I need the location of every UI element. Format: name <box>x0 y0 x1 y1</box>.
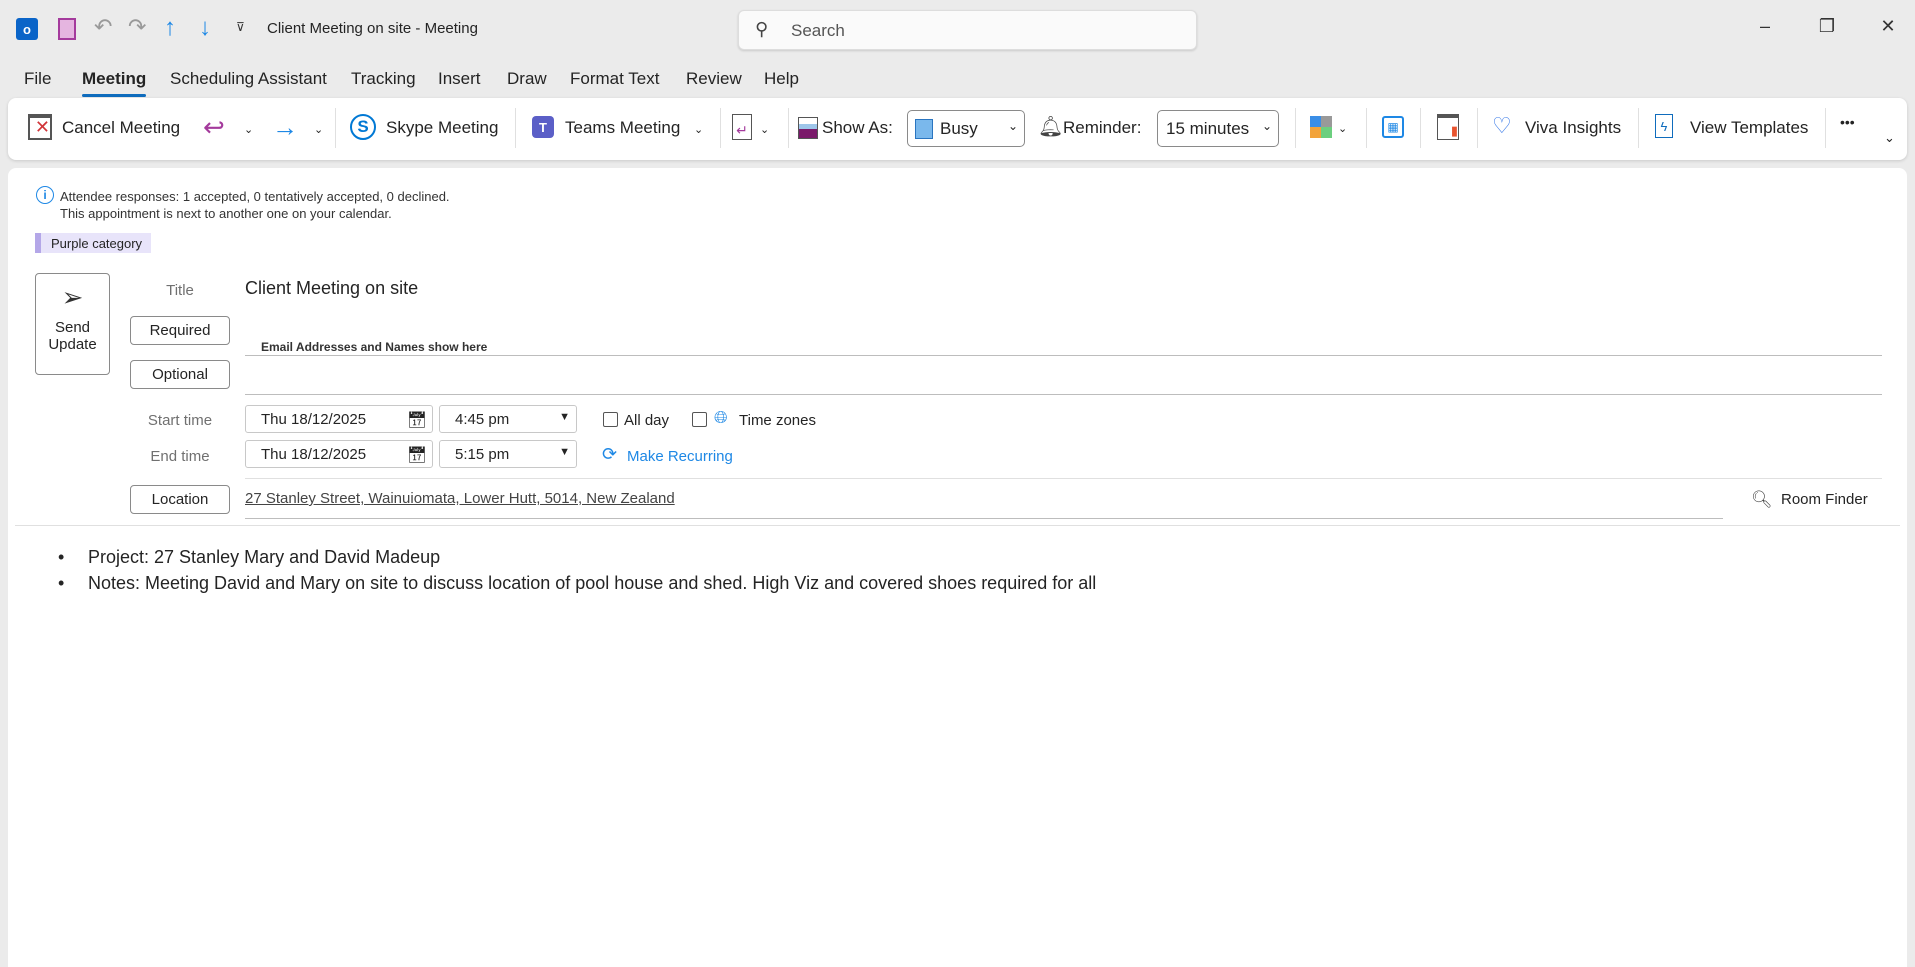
response-options-icon[interactable]: ↵ <box>732 114 752 140</box>
tab-tracking[interactable]: Tracking <box>351 69 416 89</box>
restore-button[interactable]: ❐ <box>1812 16 1842 37</box>
search-input[interactable]: ⚲ Search <box>738 10 1197 50</box>
location-input[interactable]: 27 Stanley Street, Wainuiomata, Lower Hu… <box>245 490 675 507</box>
tab-scheduling-assistant[interactable]: Scheduling Assistant <box>170 69 327 89</box>
more-options-button[interactable]: ••• <box>1840 114 1855 130</box>
skype-meeting-button[interactable]: Skype Meeting <box>386 118 498 138</box>
customize-quick-access-icon[interactable]: ⊽ <box>236 20 245 34</box>
minimize-button[interactable]: – <box>1750 16 1780 37</box>
room-finder-icon: 🔍︎ <box>1751 490 1773 509</box>
optional-button[interactable]: Optional <box>130 360 230 389</box>
update-label: Update <box>48 336 97 353</box>
save-icon[interactable] <box>58 18 76 40</box>
calendar-conflict-notice: This appointment is next to another one … <box>60 206 392 221</box>
globe-icon: 🌐︎ <box>714 408 728 427</box>
viva-insights-icon: ♡ <box>1492 113 1512 138</box>
reminder-value: 15 minutes <box>1166 119 1250 138</box>
end-date-value: Thu 18/12/2025 <box>261 446 367 463</box>
location-button[interactable]: Location <box>130 485 230 514</box>
outlook-logo-icon: o <box>16 18 38 40</box>
expand-ribbon-icon[interactable]: ⌄ <box>1884 130 1895 146</box>
end-time-value: 5:15 pm <box>455 446 510 463</box>
tab-format-text[interactable]: Format Text <box>570 69 659 89</box>
chevron-down-icon: ⌄ <box>1261 119 1272 133</box>
forward-dropdown-icon[interactable]: ⌄ <box>314 123 323 136</box>
start-date-value: Thu 18/12/2025 <box>261 411 367 428</box>
show-as-value: Busy <box>940 119 978 138</box>
search-icon: ⚲ <box>755 19 769 39</box>
reminder-label: Reminder: <box>1063 118 1142 137</box>
teams-icon: T <box>532 116 554 138</box>
cancel-meeting-icon: ✕ <box>28 114 52 140</box>
apps-icon[interactable]: ▦ <box>1382 116 1404 138</box>
send-label: Send <box>54 319 91 336</box>
category-label: Purple category <box>51 236 143 251</box>
start-time-select[interactable]: 4:45 pm ▼ <box>439 405 577 433</box>
categorize-dropdown-icon[interactable]: ⌄ <box>1338 122 1347 135</box>
all-day-checkbox[interactable] <box>603 412 618 427</box>
tab-draw[interactable]: Draw <box>507 69 547 89</box>
viva-insights-button[interactable]: Viva Insights <box>1525 118 1621 138</box>
busy-color-icon <box>915 119 933 139</box>
skype-icon: S <box>350 114 376 140</box>
calendar-icon[interactable]: 📅︎ <box>407 410 427 430</box>
make-recurring-link[interactable]: Make Recurring <box>627 448 733 465</box>
room-finder-button[interactable]: Room Finder <box>1781 491 1868 508</box>
title-input[interactable]: Client Meeting on site <box>245 278 418 299</box>
tab-insert[interactable]: Insert <box>438 69 481 89</box>
reminder-select[interactable]: 15 minutes ⌄ <box>1157 110 1279 147</box>
show-as-select[interactable]: Busy ⌄ <box>907 110 1025 147</box>
reply-dropdown-icon[interactable]: ⌄ <box>244 123 253 136</box>
close-button[interactable]: ✕ <box>1873 16 1903 37</box>
time-zones-label: Time zones <box>739 412 816 429</box>
tab-help[interactable]: Help <box>764 69 799 89</box>
teams-meeting-button[interactable]: Teams Meeting <box>565 118 680 138</box>
categorize-icon[interactable] <box>1310 116 1332 138</box>
send-update-button[interactable]: ➢ Send Update <box>35 273 110 375</box>
start-time-value: 4:45 pm <box>455 411 510 428</box>
body-list-item[interactable]: Project: 27 Stanley Mary and David Madeu… <box>58 547 440 568</box>
tab-review[interactable]: Review <box>686 69 742 89</box>
search-placeholder: Search <box>791 21 845 40</box>
attendee-responses: Attendee responses: 1 accepted, 0 tentat… <box>60 189 450 204</box>
body-list-item[interactable]: Notes: Meeting David and Mary on site to… <box>58 573 1096 594</box>
response-options-dropdown-icon[interactable]: ⌄ <box>760 123 769 136</box>
forward-icon[interactable]: → <box>272 112 298 143</box>
dropdown-arrow-icon: ▼ <box>559 446 570 458</box>
redo-icon[interactable]: ↷ <box>128 14 146 40</box>
required-button[interactable]: Required <box>130 316 230 345</box>
recurring-icon: ⟳ <box>602 444 618 464</box>
window-title: Client Meeting on site - Meeting <box>267 20 478 37</box>
bell-icon: 🔔︎ <box>1038 116 1064 138</box>
all-day-label: All day <box>624 412 670 429</box>
view-templates-button[interactable]: View Templates <box>1690 118 1808 138</box>
end-time-select[interactable]: 5:15 pm ▼ <box>439 440 577 468</box>
next-item-icon[interactable]: ↓ <box>199 14 211 42</box>
cancel-meeting-button[interactable]: Cancel Meeting <box>62 118 180 138</box>
category-tag[interactable]: Purple category <box>35 233 151 253</box>
end-time-label: End time <box>150 448 210 465</box>
show-as-label: Show As: <box>822 118 893 137</box>
reply-all-icon[interactable]: ↩ <box>203 112 225 143</box>
required-attendees-input[interactable]: Email Addresses and Names show here <box>261 340 487 354</box>
info-icon: i <box>36 186 54 204</box>
view-templates-icon: ϟ <box>1655 114 1673 138</box>
tab-meeting[interactable]: Meeting <box>82 69 147 97</box>
tab-file[interactable]: File <box>24 69 51 89</box>
previous-item-icon[interactable]: ↑ <box>164 14 176 42</box>
dropdown-arrow-icon: ▼ <box>559 411 570 423</box>
time-zones-checkbox[interactable] <box>692 412 707 427</box>
show-as-icon <box>798 117 818 139</box>
calendar-insights-icon[interactable]: ▮ <box>1437 114 1459 140</box>
start-date-input[interactable]: Thu 18/12/2025 📅︎ <box>245 405 433 433</box>
start-time-label: Start time <box>147 412 213 429</box>
send-icon: ➢ <box>61 282 84 312</box>
calendar-icon[interactable]: 📅︎ <box>407 445 427 465</box>
chevron-down-icon: ⌄ <box>1007 119 1018 133</box>
undo-icon[interactable]: ↶ <box>94 14 112 40</box>
end-date-input[interactable]: Thu 18/12/2025 📅︎ <box>245 440 433 468</box>
teams-dropdown-icon[interactable]: ⌄ <box>694 123 703 136</box>
title-label: Title <box>166 282 194 299</box>
